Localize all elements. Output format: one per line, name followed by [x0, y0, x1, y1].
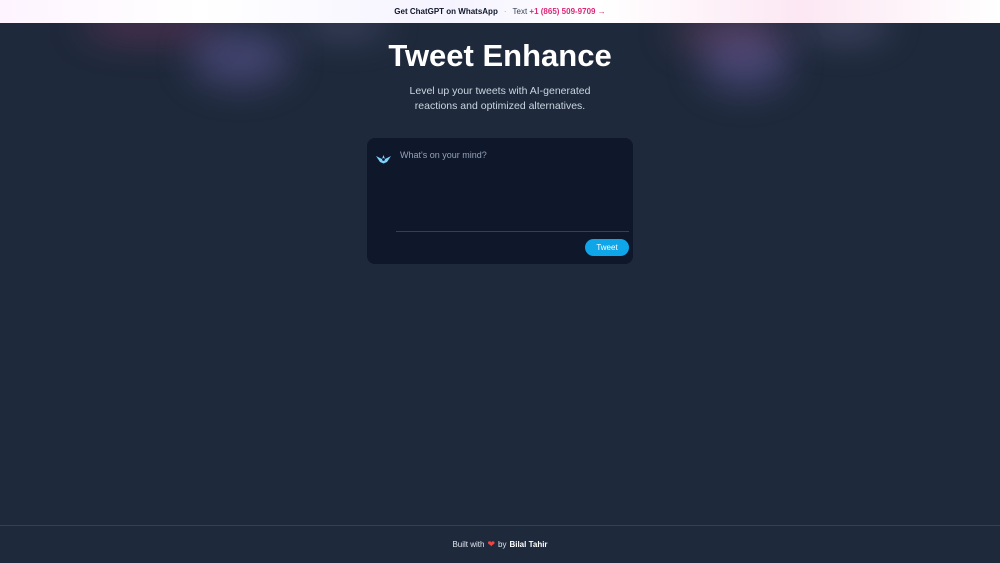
banner-text-label: Text: [512, 7, 528, 16]
footer-by: by: [498, 540, 507, 549]
tweet-composer: Tweet: [367, 138, 633, 264]
tweet-button[interactable]: Tweet: [585, 239, 629, 256]
banner-lead: Get ChatGPT on WhatsApp: [394, 7, 498, 16]
banner-separator: ·: [503, 7, 507, 16]
author-link[interactable]: Bilal Tahir: [509, 540, 547, 549]
page-title: Tweet Enhance: [388, 38, 612, 73]
composer-divider: [396, 231, 629, 232]
bird-avatar-icon: [376, 151, 391, 164]
promo-banner[interactable]: Get ChatGPT on WhatsApp · Text +1 (865) …: [0, 0, 1000, 23]
footer-prefix: Built with: [452, 540, 485, 549]
banner-phone-link[interactable]: +1 (865) 509-9709 →: [529, 7, 605, 16]
heart-icon: ❤: [487, 539, 495, 549]
tweet-input[interactable]: [400, 150, 625, 228]
page-subtitle: Level up your tweets with AI-generated r…: [409, 85, 591, 112]
footer: Built with ❤ by Bilal Tahir: [0, 525, 1000, 563]
